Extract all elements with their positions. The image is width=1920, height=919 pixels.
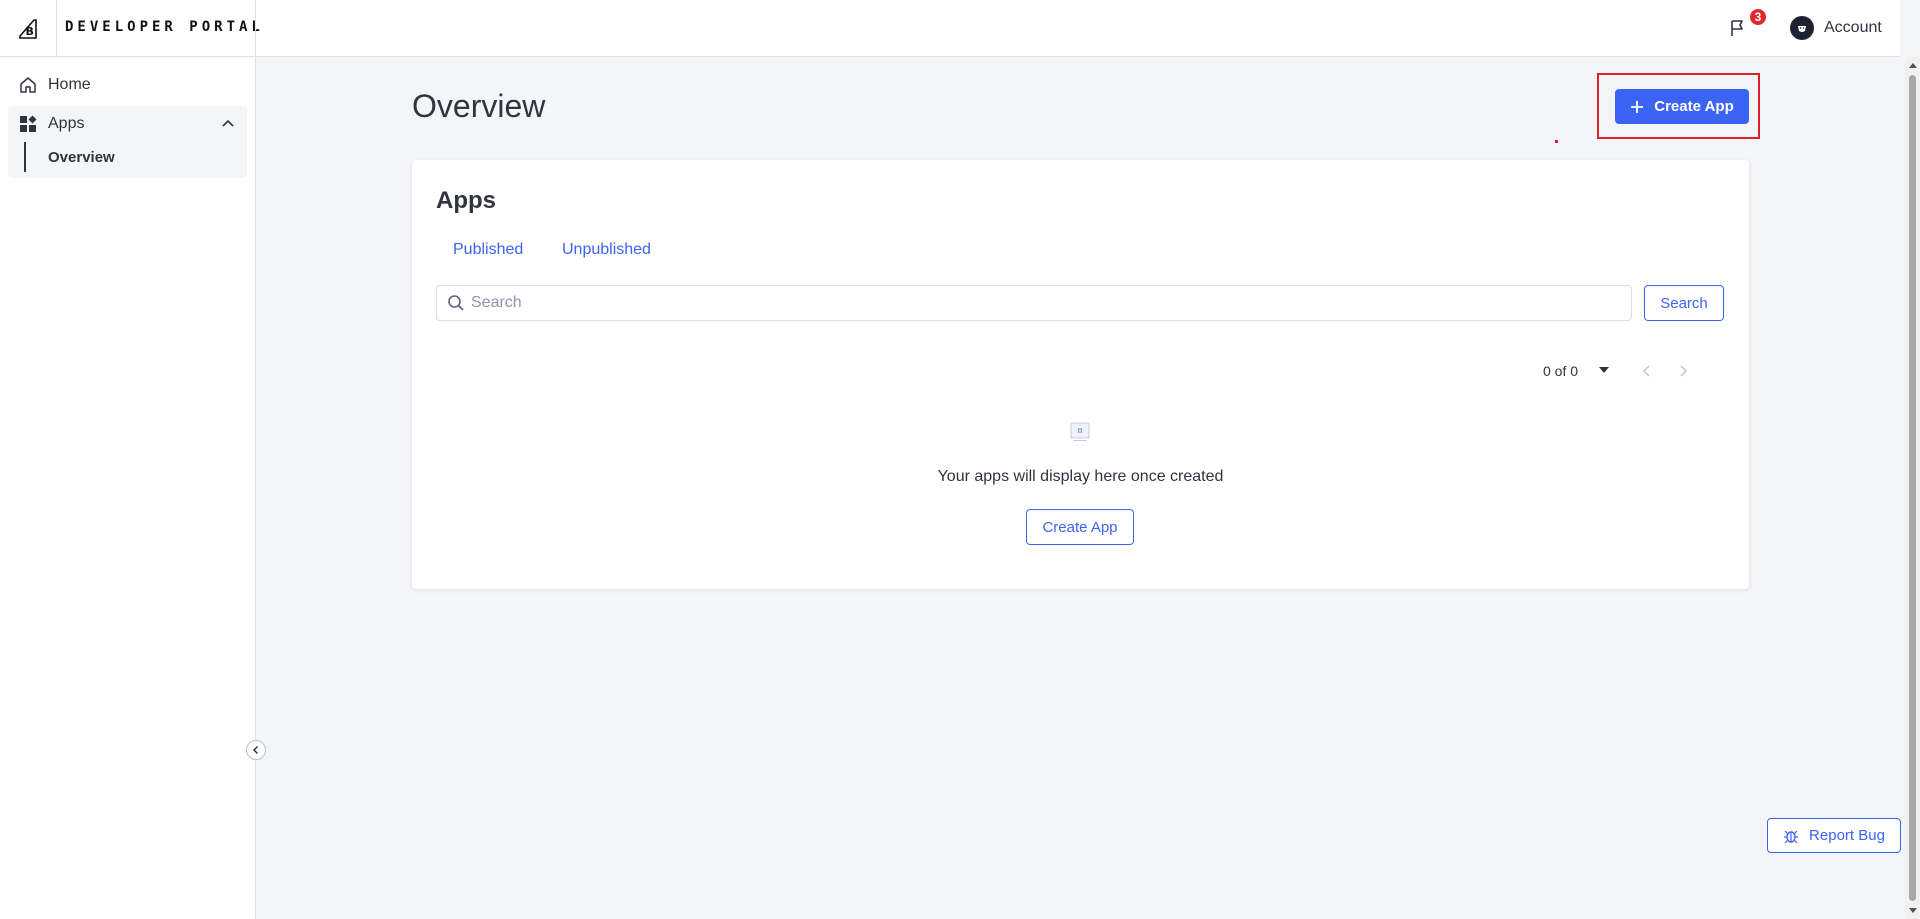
empty-state-create-app-button[interactable]: Create App <box>1026 509 1134 545</box>
chevron-left-icon <box>252 745 259 755</box>
account-menu[interactable]: Account <box>1790 16 1882 40</box>
tab-unpublished[interactable]: Unpublished <box>562 241 651 259</box>
sidebar-item-overview[interactable]: Overview <box>24 142 115 172</box>
search-input[interactable] <box>471 294 1621 312</box>
logo-icon: B <box>19 19 37 39</box>
chevron-left-icon[interactable] <box>1640 363 1654 379</box>
create-app-label: Create App <box>1654 98 1734 115</box>
bug-icon <box>1784 830 1799 843</box>
avatar <box>1790 16 1814 40</box>
report-bug-label: Report Bug <box>1809 827 1885 844</box>
scrollbar[interactable] <box>1905 57 1920 919</box>
create-app-button[interactable]: Create App <box>1615 89 1749 124</box>
cursor-marker <box>1555 140 1558 143</box>
chevron-up-icon[interactable] <box>221 116 235 135</box>
apps-icon <box>18 114 38 134</box>
empty-state-icon <box>1070 422 1090 441</box>
sidebar: Home Apps Overview <box>0 57 266 919</box>
sidebar-item-home[interactable]: Home <box>8 65 247 105</box>
card-title: Apps <box>436 187 496 214</box>
tab-published[interactable]: Published <box>453 241 523 259</box>
account-label: Account <box>1824 19 1882 36</box>
logo[interactable]: B <box>0 0 57 56</box>
scrollbar-thumb[interactable] <box>1909 75 1916 901</box>
brand-divider <box>255 0 256 56</box>
search-button[interactable]: Search <box>1644 285 1724 321</box>
search-icon <box>448 295 464 311</box>
apps-card: Apps Published Unpublished Search 0 of 0… <box>412 160 1749 589</box>
brand-title: DEVELOPER PORTAL <box>65 19 264 35</box>
scroll-up-icon[interactable] <box>1905 57 1920 73</box>
sidebar-group-apps: Apps Overview <box>8 106 247 178</box>
empty-state-message: Your apps will display here once created <box>937 468 1224 485</box>
user-icon <box>1798 26 1806 32</box>
chevron-right-icon[interactable] <box>1676 363 1690 379</box>
collapse-sidebar-button[interactable] <box>246 740 266 760</box>
report-bug-button[interactable]: Report Bug <box>1767 818 1901 853</box>
page-title: Overview <box>412 88 546 124</box>
scroll-down-icon[interactable] <box>1905 903 1920 919</box>
svg-text:B: B <box>26 25 34 38</box>
plus-icon <box>1631 100 1644 113</box>
notifications-button[interactable]: 3 <box>1728 7 1768 46</box>
top-bar: B DEVELOPER PORTAL 3 Account <box>0 0 1900 57</box>
sidebar-item-label: Home <box>48 76 91 93</box>
home-icon <box>18 75 38 95</box>
flag-icon <box>1731 20 1743 36</box>
search-field <box>436 285 1632 321</box>
pagination-text: 0 of 0 <box>1543 363 1579 379</box>
notification-badge: 3 <box>1748 7 1768 27</box>
caret-down-icon[interactable] <box>1597 363 1611 377</box>
sidebar-item-label: Apps <box>48 115 85 132</box>
sidebar-item-apps[interactable]: Apps <box>8 106 247 142</box>
